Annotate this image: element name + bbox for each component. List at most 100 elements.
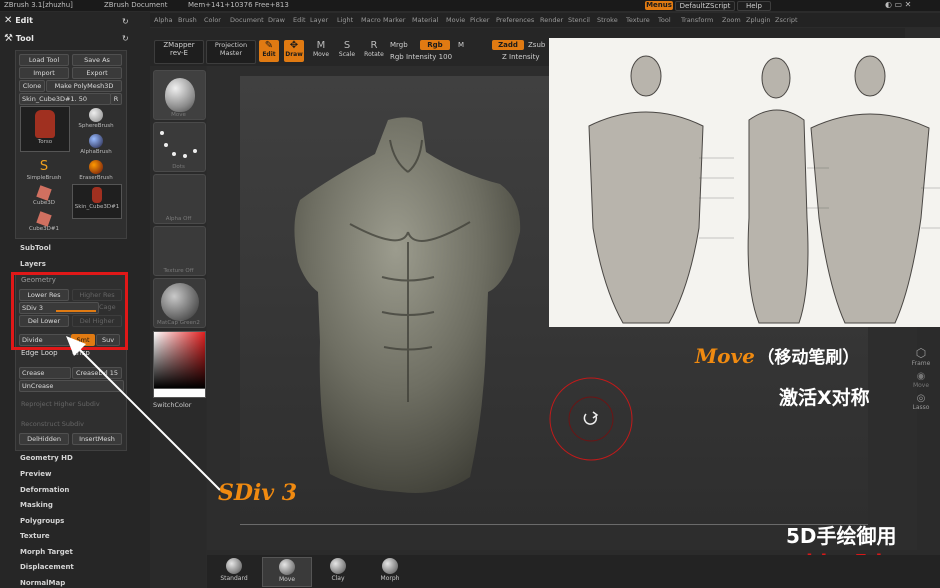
menu-marker[interactable]: Marker bbox=[383, 16, 405, 24]
tool-thumb-label: Cube3D bbox=[33, 200, 55, 206]
tool-thumb-torso[interactable]: Torso bbox=[20, 106, 70, 152]
menu-tool[interactable]: Tool bbox=[658, 16, 671, 24]
import-button[interactable]: Import bbox=[19, 67, 69, 79]
mrgb-button[interactable]: Mrgb bbox=[390, 41, 408, 49]
draw-mode-button[interactable]: ✥ Draw bbox=[284, 40, 304, 62]
frame-button[interactable]: ⬡ Frame bbox=[907, 346, 935, 367]
projection-master-button[interactable]: Projection Master bbox=[206, 40, 256, 64]
pin-icon[interactable]: ↻ bbox=[122, 17, 129, 26]
morph-brush-button[interactable]: Morph bbox=[366, 557, 414, 585]
sdiv-caption: SDiv 3 bbox=[218, 480, 298, 506]
clone-button[interactable]: Clone bbox=[19, 80, 45, 92]
export-button[interactable]: Export bbox=[72, 67, 122, 79]
title-bar: ZBrush 3.1[zhuzhu] ZBrush Document Mem+1… bbox=[0, 0, 940, 11]
rgb-intensity-slider[interactable]: Rgb Intensity 100 bbox=[390, 53, 452, 61]
morph-target-menu[interactable]: Morph Target bbox=[20, 548, 73, 556]
menu-layer[interactable]: Layer bbox=[310, 16, 328, 24]
current-tool-slider[interactable]: Skin_Cube3D#1. 50 bbox=[19, 93, 111, 105]
scale-label: Scale bbox=[338, 51, 356, 58]
menu-zscript[interactable]: Zscript bbox=[775, 16, 798, 24]
load-tool-button[interactable]: Load Tool bbox=[19, 54, 69, 66]
edit-section-header[interactable]: ✕ Edit bbox=[4, 15, 33, 26]
tool-thumb-cube3d-1[interactable]: Cube3D#1 bbox=[20, 210, 68, 243]
tool-section-header[interactable]: ⚒ Tool bbox=[4, 33, 34, 44]
window-controls[interactable]: ◐ ▭ ✕ bbox=[885, 0, 911, 9]
simple-brush-icon: S bbox=[39, 159, 49, 174]
m-button[interactable]: M bbox=[458, 41, 464, 49]
menu-picker[interactable]: Picker bbox=[470, 16, 489, 24]
menu-movie[interactable]: Movie bbox=[446, 16, 465, 24]
normalmap-menu[interactable]: NormalMap bbox=[20, 579, 65, 587]
polygroups-menu[interactable]: Polygroups bbox=[20, 517, 64, 525]
menu-render[interactable]: Render bbox=[540, 16, 563, 24]
edit-label: Edit bbox=[262, 51, 276, 58]
subtool-menu[interactable]: SubTool bbox=[20, 244, 51, 252]
menu-zoom[interactable]: Zoom bbox=[722, 16, 741, 24]
menu-zplugin[interactable]: Zplugin bbox=[746, 16, 771, 24]
lasso-button[interactable]: ◎ Lasso bbox=[907, 393, 935, 411]
zmapper-label: ZMapper bbox=[163, 41, 195, 49]
scale-icon: S bbox=[343, 40, 351, 51]
tool-thumb-label: EraserBrush bbox=[79, 175, 113, 181]
move-view-button[interactable]: ◉ Move bbox=[907, 371, 935, 389]
z-intensity-slider[interactable]: Z Intensity bbox=[502, 53, 540, 61]
move-mode-button[interactable]: M Move bbox=[310, 40, 332, 62]
rotate-label: Rotate bbox=[364, 51, 384, 58]
menu-brush[interactable]: Brush bbox=[178, 16, 197, 24]
memory-readout: Mem+141+10376 Free+813 bbox=[188, 1, 289, 9]
preview-menu[interactable]: Preview bbox=[20, 470, 52, 478]
torso-model[interactable] bbox=[290, 112, 530, 502]
r-button[interactable]: R bbox=[110, 93, 122, 105]
menu-color[interactable]: Color bbox=[204, 16, 221, 24]
rgb-button[interactable]: Rgb bbox=[420, 40, 450, 50]
texture-swatch-label: Texture Off bbox=[163, 268, 194, 274]
menu-preferences[interactable]: Preferences bbox=[496, 16, 534, 24]
move-brush-icon bbox=[279, 559, 295, 575]
tool-header-label: Tool bbox=[15, 34, 34, 43]
skin-cube-icon bbox=[92, 187, 102, 203]
move-label: Move bbox=[312, 51, 330, 58]
watermark-title: 5D手绘御用 bbox=[786, 524, 897, 548]
menu-material[interactable]: Material bbox=[412, 16, 438, 24]
menu-macro[interactable]: Macro bbox=[361, 16, 381, 24]
app-title: ZBrush 3.1[zhuzhu] bbox=[4, 1, 73, 9]
displacement-menu[interactable]: Displacement bbox=[20, 563, 74, 571]
menu-stroke[interactable]: Stroke bbox=[597, 16, 618, 24]
tool-thumb-skin-cube3d[interactable]: Skin_Cube3D#1 bbox=[72, 184, 122, 219]
menu-light[interactable]: Light bbox=[337, 16, 353, 24]
pin-icon[interactable]: ↻ bbox=[122, 34, 129, 43]
zadd-button[interactable]: Zadd bbox=[492, 40, 524, 50]
texture-menu[interactable]: Texture bbox=[20, 532, 50, 540]
layers-menu[interactable]: Layers bbox=[20, 260, 46, 268]
default-zscript-button[interactable]: DefaultZScript bbox=[675, 1, 735, 11]
move-brush-button[interactable]: Move bbox=[262, 557, 312, 587]
menu-alpha[interactable]: Alpha bbox=[154, 16, 172, 24]
masking-menu[interactable]: Masking bbox=[20, 501, 53, 509]
projection-sublabel: Master bbox=[219, 49, 243, 57]
tool-thumb-label: AlphaBrush bbox=[80, 149, 112, 155]
save-as-button[interactable]: Save As bbox=[72, 54, 122, 66]
standard-brush-button[interactable]: Standard bbox=[210, 557, 258, 585]
edge-loop-button[interactable]: Edge Loop bbox=[21, 349, 58, 357]
rotate-icon: R bbox=[370, 40, 378, 51]
menu-transform[interactable]: Transform bbox=[681, 16, 713, 24]
menu-document[interactable]: Document bbox=[230, 16, 264, 24]
brush-cursor bbox=[549, 377, 633, 461]
move-brush-icon bbox=[164, 78, 195, 112]
clay-brush-button[interactable]: Clay bbox=[314, 557, 362, 585]
zmapper-button[interactable]: ZMapper rev-E bbox=[154, 40, 204, 64]
make-polymesh-button[interactable]: Make PolyMesh3D bbox=[46, 80, 122, 92]
menus-button[interactable]: Menus bbox=[645, 1, 673, 10]
anatomy-figures bbox=[588, 55, 940, 324]
rotate-mode-button[interactable]: R Rotate bbox=[362, 40, 386, 62]
morph-brush-label: Morph bbox=[380, 575, 400, 582]
menu-stencil[interactable]: Stencil bbox=[568, 16, 590, 24]
zsub-button[interactable]: Zsub bbox=[528, 41, 545, 49]
menu-draw[interactable]: Draw bbox=[268, 16, 285, 24]
scale-mode-button[interactable]: S Scale bbox=[336, 40, 358, 62]
help-button[interactable]: Help bbox=[737, 1, 771, 11]
menu-texture[interactable]: Texture bbox=[626, 16, 650, 24]
edit-icon: ✎ bbox=[264, 40, 274, 51]
menu-edit[interactable]: Edit bbox=[293, 16, 306, 24]
edit-mode-button[interactable]: ✎ Edit bbox=[259, 40, 279, 62]
